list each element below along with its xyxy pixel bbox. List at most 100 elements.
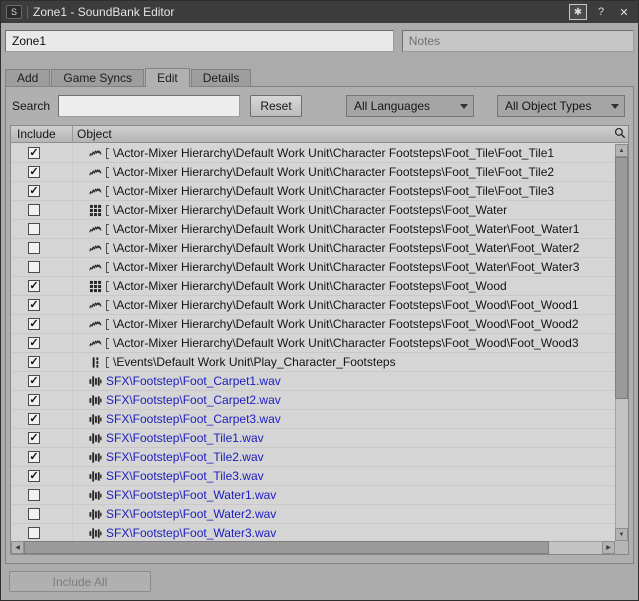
object-path: \Actor-Mixer Hierarchy\Default Work Unit… — [113, 241, 579, 255]
include-checkbox[interactable]: ✓ — [28, 375, 40, 387]
table-row[interactable]: SFX\Footstep\Foot_Water3.wav — [11, 524, 615, 541]
close-button[interactable]: ✕ — [615, 4, 633, 20]
include-checkbox[interactable]: ✓ — [28, 394, 40, 406]
tab-details[interactable]: Details — [191, 69, 252, 86]
object-cell: \Actor-Mixer Hierarchy\Default Work Unit… — [73, 315, 615, 333]
include-checkbox[interactable]: ✓ — [28, 432, 40, 444]
include-cell: ✓ — [11, 163, 73, 181]
table-row[interactable]: ✓ \Actor-Mixer Hierarchy\Default Work Un… — [11, 334, 615, 353]
object-path: \Actor-Mixer Hierarchy\Default Work Unit… — [113, 203, 507, 217]
language-select-value: All Languages — [354, 99, 430, 113]
column-header-include[interactable]: Include — [11, 126, 73, 142]
scroll-right-button[interactable]: ▶ — [602, 541, 615, 554]
vertical-scrollbar[interactable]: ▲ ▼ — [615, 144, 628, 541]
table-row[interactable]: ✓ \Actor-Mixer Hierarchy\Default Work Un… — [11, 182, 615, 201]
object-cell: SFX\Footstep\Foot_Water1.wav — [73, 486, 615, 504]
notes-input[interactable] — [402, 30, 634, 52]
object-cell: SFX\Footstep\Foot_Carpet2.wav — [73, 391, 615, 409]
tab-game-syncs[interactable]: Game Syncs — [51, 69, 144, 86]
table-row[interactable]: ✓ \Actor-Mixer Hierarchy\Default Work Un… — [11, 163, 615, 182]
include-cell — [11, 524, 73, 541]
bracket-icon — [106, 300, 109, 311]
scroll-left-button[interactable]: ◀ — [11, 541, 24, 554]
table-row[interactable]: \Actor-Mixer Hierarchy\Default Work Unit… — [11, 201, 615, 220]
include-cell: ✓ — [11, 315, 73, 333]
vertical-scrollbar-thumb[interactable] — [615, 157, 628, 399]
table-row[interactable]: \Actor-Mixer Hierarchy\Default Work Unit… — [11, 220, 615, 239]
language-select[interactable]: All Languages — [346, 95, 474, 117]
include-all-button[interactable]: Include All — [9, 571, 151, 592]
include-checkbox[interactable]: ✓ — [28, 451, 40, 463]
horizontal-scrollbar-thumb[interactable] — [24, 541, 549, 554]
include-checkbox[interactable]: ✓ — [28, 337, 40, 349]
header-fields — [1, 23, 638, 52]
sound-sfx-icon — [89, 166, 102, 179]
object-path: \Actor-Mixer Hierarchy\Default Work Unit… — [113, 222, 579, 236]
arrow-right-icon: ▶ — [606, 544, 611, 551]
help-icon: ? — [598, 6, 604, 18]
object-cell: SFX\Footstep\Foot_Carpet1.wav — [73, 372, 615, 390]
table-row[interactable]: ✓ \Actor-Mixer Hierarchy\Default Work Un… — [11, 315, 615, 334]
include-cell: ✓ — [11, 372, 73, 390]
object-type-select[interactable]: All Object Types — [497, 95, 625, 117]
include-checkbox[interactable] — [28, 527, 40, 539]
pin-button[interactable]: ✱ — [569, 4, 587, 20]
object-cell: \Actor-Mixer Hierarchy\Default Work Unit… — [73, 239, 615, 257]
table-row[interactable]: ✓ SFX\Footstep\Foot_Carpet3.wav — [11, 410, 615, 429]
scroll-down-button[interactable]: ▼ — [615, 528, 628, 541]
include-checkbox[interactable] — [28, 261, 40, 273]
search-input[interactable] — [58, 95, 240, 117]
include-checkbox[interactable] — [28, 223, 40, 235]
help-button[interactable]: ? — [592, 4, 610, 20]
column-header-object[interactable]: Object — [73, 126, 628, 142]
scroll-up-button[interactable]: ▲ — [615, 144, 628, 157]
object-path: SFX\Footstep\Foot_Tile1.wav — [106, 431, 264, 445]
include-cell: ✓ — [11, 410, 73, 428]
table-row[interactable]: ✓ SFX\Footstep\Foot_Carpet2.wav — [11, 391, 615, 410]
table-row[interactable]: ✓ SFX\Footstep\Foot_Tile2.wav — [11, 448, 615, 467]
object-cell: \Actor-Mixer Hierarchy\Default Work Unit… — [73, 220, 615, 238]
table-row[interactable]: ✓ \Events\Default Work Unit\Play_Charact… — [11, 353, 615, 372]
table-row[interactable]: SFX\Footstep\Foot_Water1.wav — [11, 486, 615, 505]
sound-sfx-icon — [89, 261, 102, 274]
include-checkbox[interactable] — [28, 242, 40, 254]
include-checkbox[interactable]: ✓ — [28, 166, 40, 178]
tab-add[interactable]: Add — [5, 69, 50, 86]
include-checkbox[interactable]: ✓ — [28, 413, 40, 425]
wav-icon — [89, 413, 102, 426]
reset-button[interactable]: Reset — [250, 95, 302, 117]
horizontal-scrollbar[interactable]: ◀ ▶ — [11, 541, 615, 554]
include-checkbox[interactable] — [28, 489, 40, 501]
include-cell — [11, 239, 73, 257]
object-cell: \Actor-Mixer Hierarchy\Default Work Unit… — [73, 296, 615, 314]
column-search-button[interactable] — [612, 127, 627, 142]
titlebar: S Zone1 - SoundBank Editor ✱ ? ✕ — [1, 1, 638, 23]
object-cell: \Actor-Mixer Hierarchy\Default Work Unit… — [73, 144, 615, 162]
include-checkbox[interactable]: ✓ — [28, 356, 40, 368]
tab-edit[interactable]: Edit — [145, 68, 190, 87]
table-row[interactable]: ✓ \Actor-Mixer Hierarchy\Default Work Un… — [11, 277, 615, 296]
include-checkbox[interactable]: ✓ — [28, 280, 40, 292]
include-checkbox[interactable]: ✓ — [28, 299, 40, 311]
wav-icon — [89, 394, 102, 407]
include-checkbox[interactable]: ✓ — [28, 147, 40, 159]
include-cell: ✓ — [11, 296, 73, 314]
table-row[interactable]: ✓ SFX\Footstep\Foot_Carpet1.wav — [11, 372, 615, 391]
include-checkbox[interactable] — [28, 204, 40, 216]
object-path: SFX\Footstep\Foot_Carpet3.wav — [106, 412, 281, 426]
table-row[interactable]: ✓ SFX\Footstep\Foot_Tile3.wav — [11, 467, 615, 486]
table-row[interactable]: \Actor-Mixer Hierarchy\Default Work Unit… — [11, 258, 615, 277]
include-checkbox[interactable]: ✓ — [28, 318, 40, 330]
soundbank-name-input[interactable] — [5, 30, 394, 52]
include-checkbox[interactable]: ✓ — [28, 185, 40, 197]
bracket-icon — [106, 224, 109, 235]
table-row[interactable]: ✓ \Actor-Mixer Hierarchy\Default Work Un… — [11, 144, 615, 163]
table-body: ✓ \Actor-Mixer Hierarchy\Default Work Un… — [11, 144, 615, 541]
sound-sfx-icon — [89, 242, 102, 255]
table-row[interactable]: ✓ SFX\Footstep\Foot_Tile1.wav — [11, 429, 615, 448]
include-checkbox[interactable] — [28, 508, 40, 520]
table-row[interactable]: SFX\Footstep\Foot_Water2.wav — [11, 505, 615, 524]
table-row[interactable]: ✓ \Actor-Mixer Hierarchy\Default Work Un… — [11, 296, 615, 315]
table-row[interactable]: \Actor-Mixer Hierarchy\Default Work Unit… — [11, 239, 615, 258]
include-checkbox[interactable]: ✓ — [28, 470, 40, 482]
